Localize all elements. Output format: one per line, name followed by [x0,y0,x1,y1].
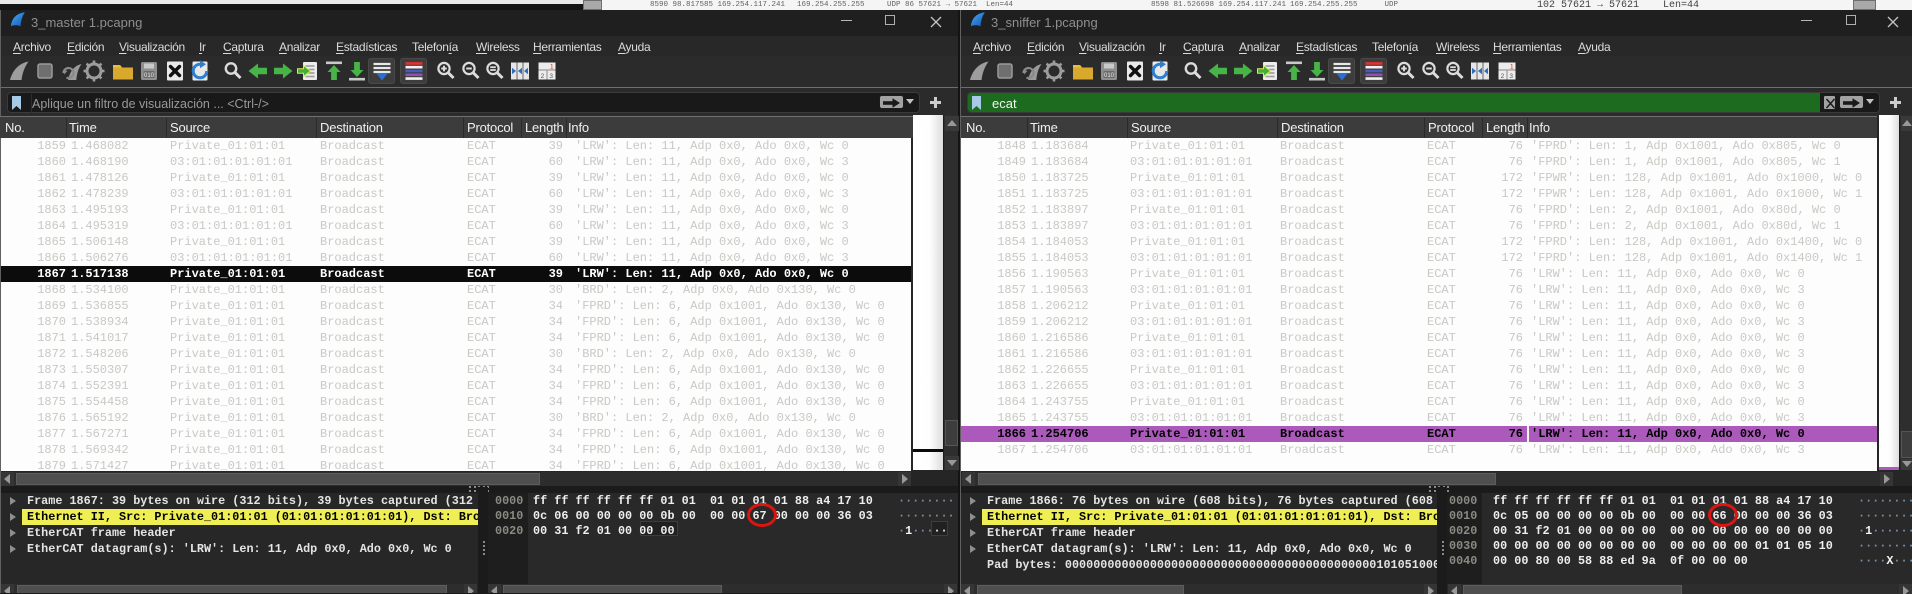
svg-text:2: 2 [1500,73,1504,80]
svg-text:3: 3 [1509,73,1513,80]
svg-text:3: 3 [549,73,553,80]
svg-text:010: 010 [143,73,154,79]
svg-text:010: 010 [1103,73,1114,79]
svg-text:1: 1 [1510,64,1514,71]
svg-text:1: 1 [550,64,554,71]
svg-text:2: 2 [540,73,544,80]
